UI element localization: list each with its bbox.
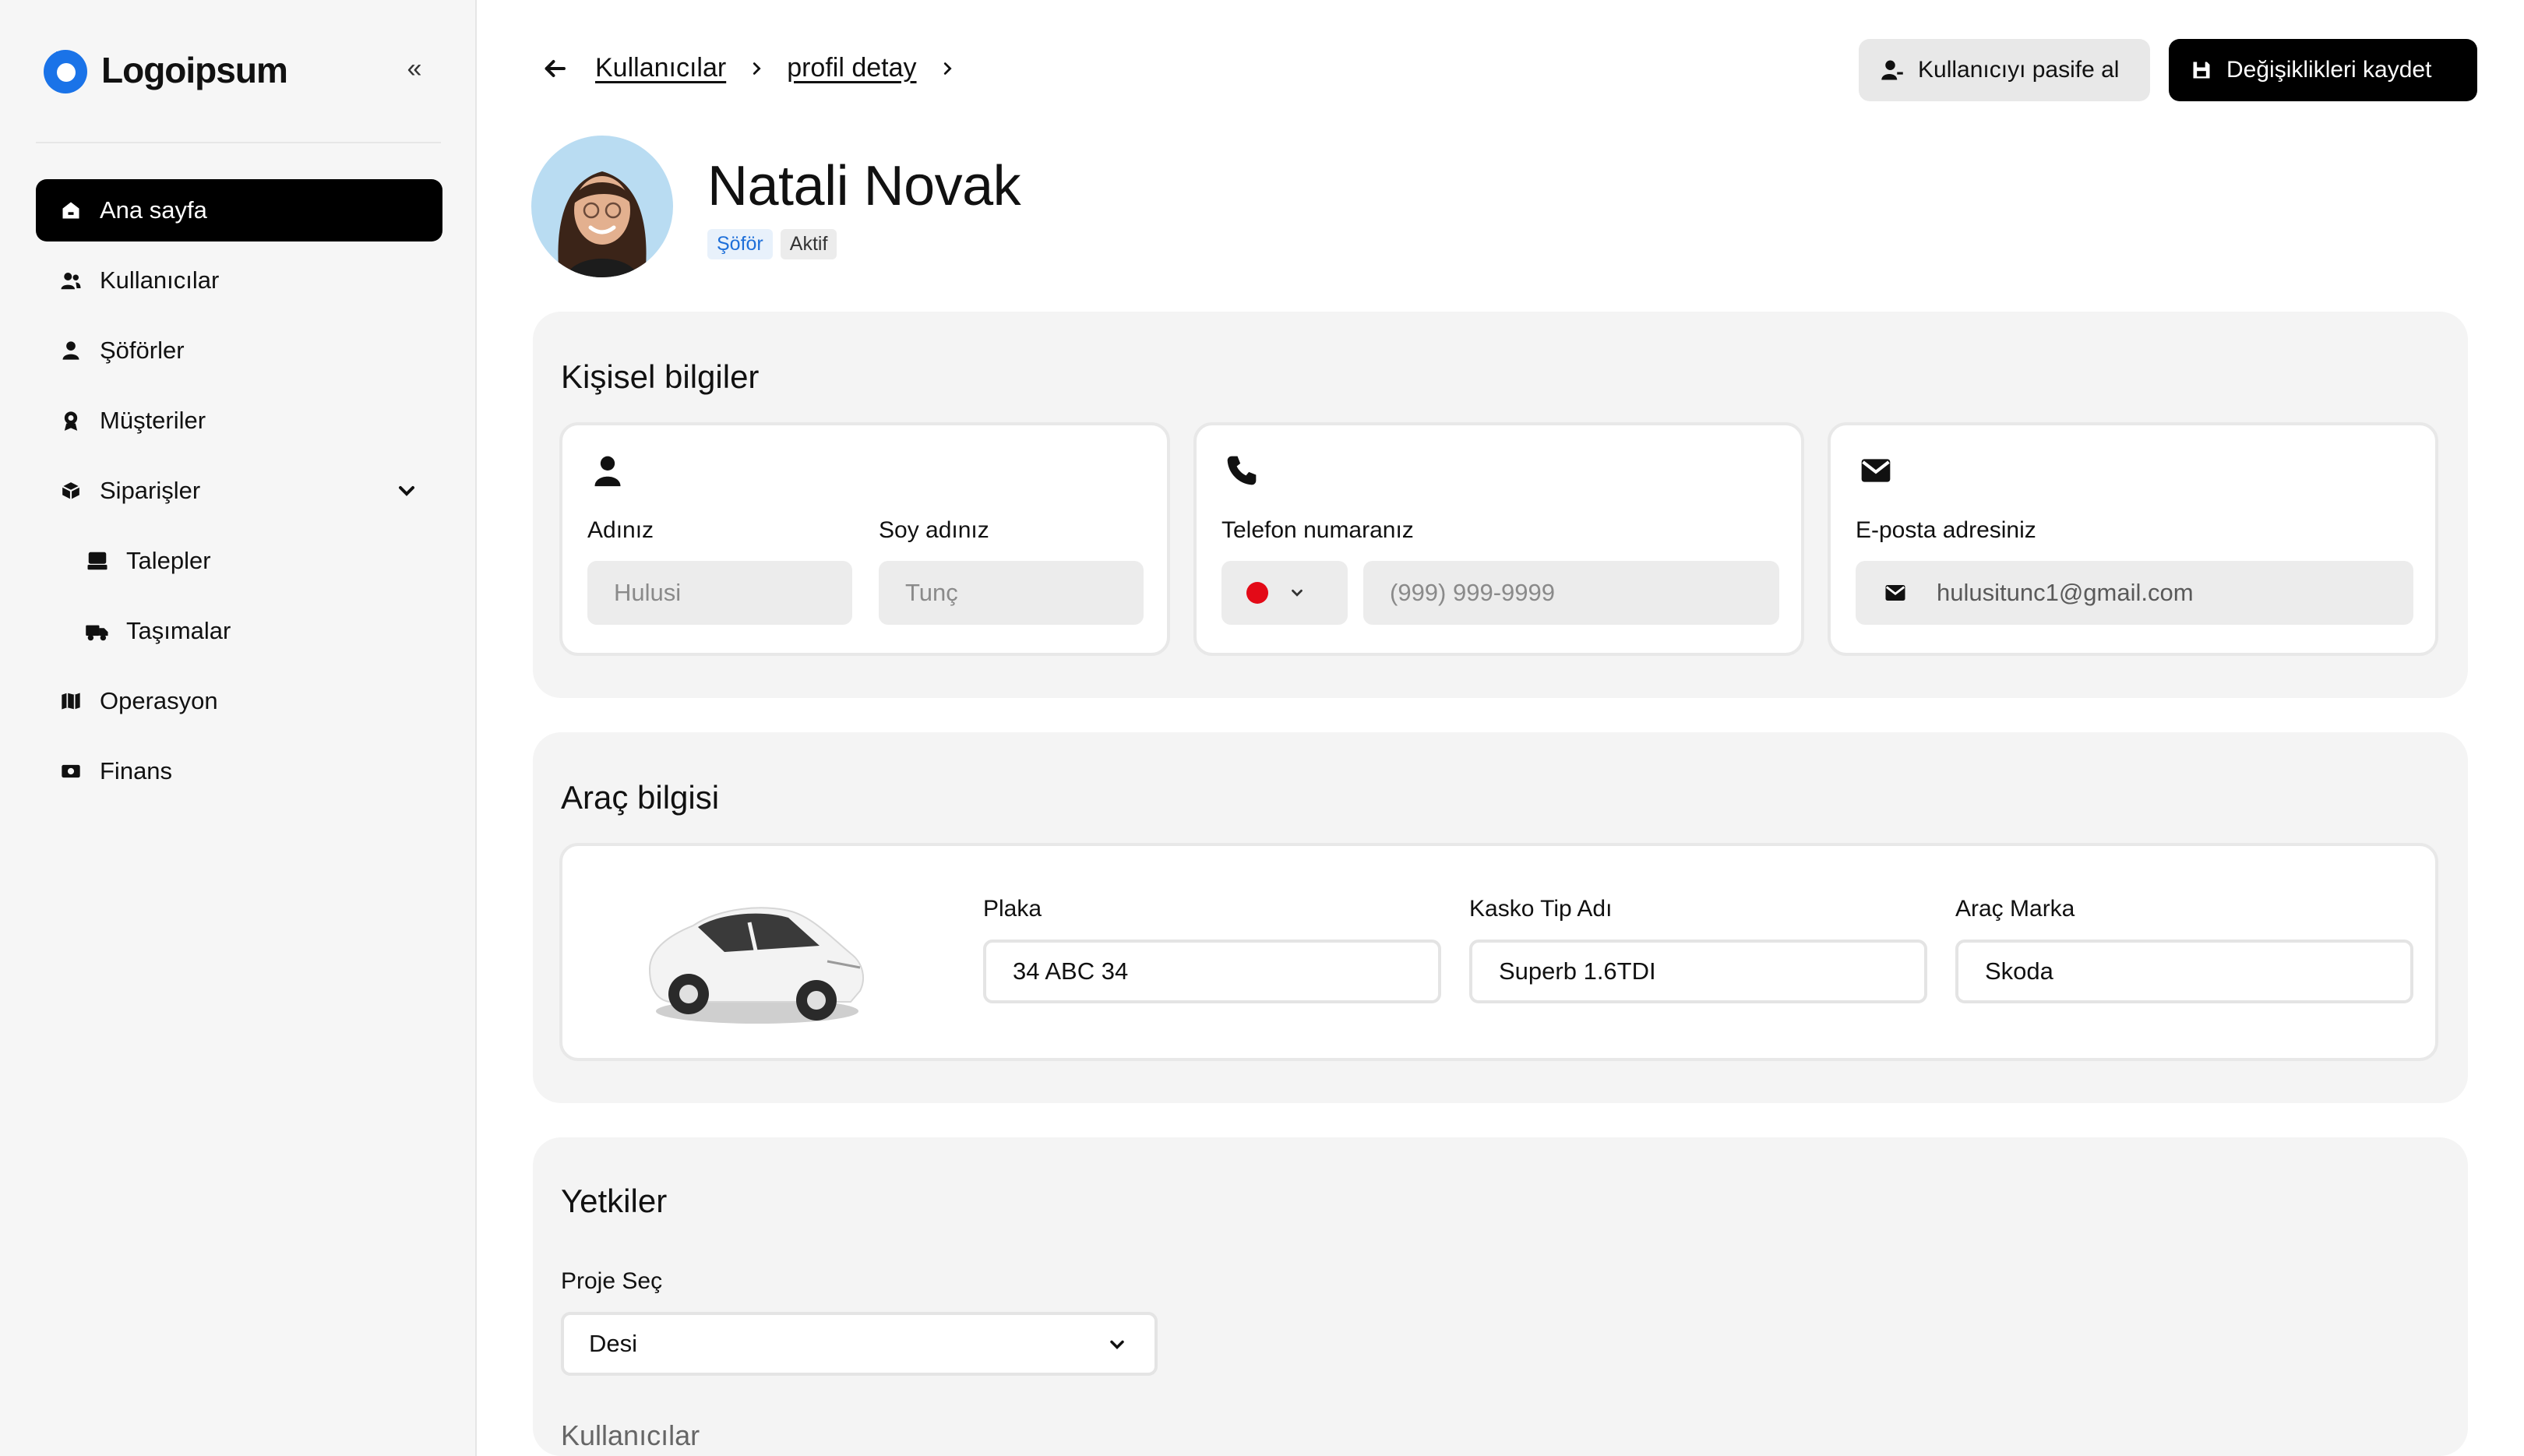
turkey-flag-icon [1246,582,1268,604]
brand-name: Logoipsum [101,50,288,90]
sidebar-item-finans[interactable]: Finans [36,740,442,802]
personal-info-section: Kişisel bilgiler Adınız Hulusi Soy adını… [533,312,2468,698]
sidebar-item-kullanicilar[interactable]: Kullanıcılar [36,249,442,312]
country-code-select[interactable] [1221,561,1348,625]
sidebar-item-label: Taşımalar [126,617,231,644]
money-icon [58,758,84,784]
profile-info: Natali Novak Şöför Aktif [707,136,1021,259]
status-badge: Aktif [780,229,837,259]
sidebar-item-label: Müşteriler [100,407,206,434]
section-title: Araç bilgisi [561,779,720,816]
sidebar-item-operasyon[interactable]: Operasyon [36,670,442,732]
sidebar-item-label: Siparişler [100,477,201,504]
brand[interactable]: Logoipsum [41,45,288,95]
home-icon [58,197,84,224]
email-input[interactable]: hulusitunc1@gmail.com [1856,561,2413,625]
users-icon [58,267,84,294]
avatar[interactable] [531,136,673,277]
section-title: Yetkiler [561,1183,668,1219]
sidebar-item-label: Finans [100,757,173,784]
email-label: E-posta adresiniz [1856,517,2036,543]
profile-badges: Şöför Aktif [707,229,1021,259]
deactivate-user-label: Kullanıcıyı pasife al [1918,57,2120,83]
map-icon [58,688,84,714]
phone-card: Telefon numaranız (999) 999-9999 [1193,422,1804,656]
divider [36,142,441,143]
sidebar-item-tasimalar[interactable]: Taşımalar [36,600,442,662]
project-select[interactable]: Desi [561,1312,1158,1376]
phone-icon [1227,456,1257,485]
truck-icon [84,618,111,644]
name-card: Adınız Hulusi Soy adınız Tunç [559,422,1170,656]
first-name-input[interactable]: Hulusi [587,561,852,625]
sidebar-item-label: Ana sayfa [100,196,207,224]
sidebar-item-siparisler[interactable]: Siparişler [36,460,442,522]
phone-input[interactable]: (999) 999-9999 [1363,561,1779,625]
vehicle-info-section: Araç bilgisi Plaka 34 ABC 34 Kasko Tip A… [533,732,2468,1103]
mail-icon [1885,585,1905,601]
collapse-sidebar-button[interactable]: « [399,53,430,84]
chevron-down-icon [1110,1340,1124,1349]
person-icon [594,456,621,487]
users-subsection-label: Kullanıcılar [561,1419,700,1451]
sidebar: Logoipsum « Ana sayfa Kullanıcılar Şöför… [0,0,477,1456]
person-icon [58,337,84,364]
car-image [648,907,864,1024]
last-name-input[interactable]: Tunç [879,561,1144,625]
role-badge: Şöför [707,229,773,259]
topbar: Kullanıcılar profil detay Kullanıcıyı pa… [477,37,2524,101]
save-changes-label: Değişiklikleri kaydet [2226,57,2432,83]
chevron-down-icon[interactable] [394,478,419,503]
breadcrumb: Kullanıcılar profil detay [595,53,956,83]
save-changes-button[interactable]: Değişiklikleri kaydet [2169,39,2477,101]
avatar-image [531,136,673,277]
first-name-label: Adınız [587,517,654,543]
plate-input[interactable]: 34 ABC 34 [983,940,1441,1003]
tray-icon [84,548,111,574]
vehicle-card: Plaka 34 ABC 34 Kasko Tip Adı Superb 1.6… [559,843,2438,1061]
email-card: E-posta adresiniz hulusitunc1@gmail.com [1828,422,2438,656]
breadcrumb-kullanicilar[interactable]: Kullanıcılar [595,53,726,83]
deactivate-user-button[interactable]: Kullanıcıyı pasife al [1859,39,2150,101]
project-select-value: Desi [589,1330,638,1357]
profile-name: Natali Novak [707,155,1021,217]
mail-icon [1861,459,1891,482]
project-select-label: Proje Seç [561,1268,663,1294]
save-icon [2193,62,2210,79]
sidebar-item-label: Şöförler [100,337,185,364]
sidebar-nav: Ana sayfa Kullanıcılar Şöförler Müşteril… [36,179,442,810]
insurance-type-input[interactable]: Superb 1.6TDI [1469,940,1927,1003]
user-minus-icon [1881,60,1903,80]
chevron-right-icon [943,62,952,75]
permissions-section: Yetkiler Proje Seç Desi Kullanıcılar [533,1137,2468,1456]
chevron-right-icon [753,62,761,75]
vehicle-brand-label: Araç Marka [1955,896,2075,922]
back-arrow-icon[interactable] [541,55,569,83]
box-icon [58,478,84,504]
last-name-label: Soy adınız [879,517,989,543]
sidebar-item-soforler[interactable]: Şöförler [36,319,442,382]
profile-header: Natali Novak Şöför Aktif [531,136,1021,277]
email-value: hulusitunc1@gmail.com [1937,579,2194,606]
plate-label: Plaka [983,896,1042,922]
breadcrumb-profil-detay[interactable]: profil detay [787,53,916,83]
main-content: Kullanıcılar profil detay Kullanıcıyı pa… [477,0,2524,1456]
vehicle-brand-input[interactable]: Skoda [1955,940,2413,1003]
sidebar-item-ana-sayfa[interactable]: Ana sayfa [36,179,442,241]
sidebar-item-label: Operasyon [100,687,218,714]
logo-icon [44,50,87,93]
section-title: Kişisel bilgiler [561,358,760,395]
chevron-down-icon [1292,589,1303,597]
sidebar-item-talepler[interactable]: Talepler [36,530,442,592]
sidebar-item-label: Talepler [126,547,211,574]
insurance-type-label: Kasko Tip Adı [1469,896,1613,922]
sidebar-item-musteriler[interactable]: Müşteriler [36,390,442,452]
phone-label: Telefon numaranız [1221,517,1414,543]
badge-icon [58,407,84,434]
sidebar-item-label: Kullanıcılar [100,266,220,294]
